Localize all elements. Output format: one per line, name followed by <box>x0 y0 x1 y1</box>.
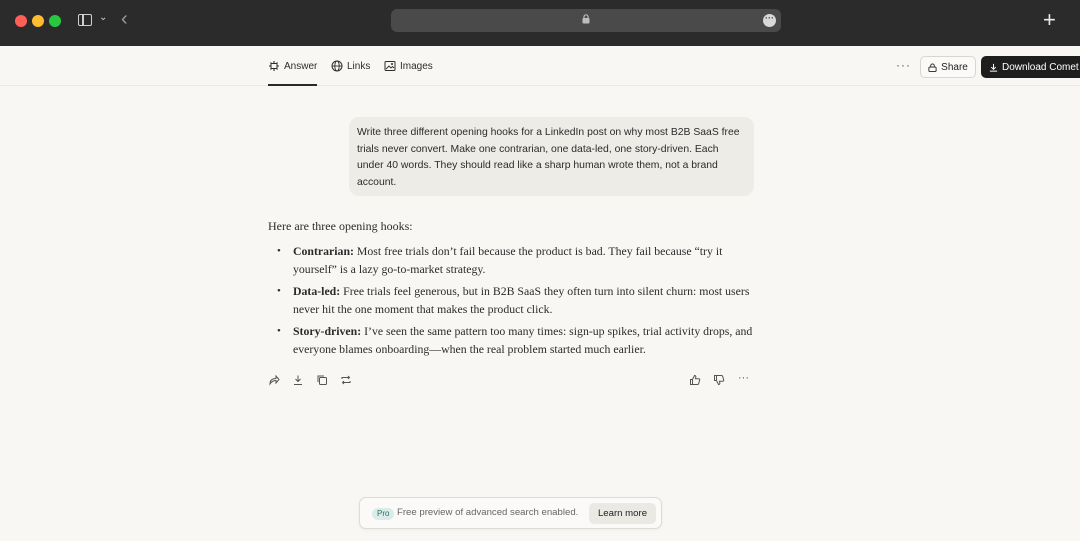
close-window-button[interactable] <box>15 15 27 27</box>
tab-links-label: Links <box>347 60 371 72</box>
download-comet-button[interactable]: Download Comet <box>981 56 1080 78</box>
lock-icon <box>928 62 937 72</box>
minimize-window-button[interactable] <box>32 15 44 27</box>
tab-links[interactable]: Links <box>331 46 370 86</box>
tab-answer-label: Answer <box>284 60 318 72</box>
list-item: • Contrarian: Most free trials don’t fai… <box>268 242 758 278</box>
thumbs-up-icon[interactable] <box>689 373 701 385</box>
thumbs-down-icon[interactable] <box>713 373 725 386</box>
sidebar-icon[interactable] <box>78 14 92 26</box>
more-icon[interactable]: ··· <box>738 373 750 385</box>
share-button[interactable]: Share <box>920 56 976 78</box>
hook-text: Most free trials don’t fail because the … <box>293 244 723 276</box>
pro-badge: Pro <box>372 508 395 520</box>
banner-text: Free preview of advanced search enabled. <box>397 507 579 518</box>
pro-preview-banner: Pro Free preview of advanced search enab… <box>359 497 662 529</box>
share-button-label: Share <box>941 61 968 73</box>
hook-label: Contrarian: <box>293 244 354 258</box>
answer-toolbar: Answer Links Images ··· Share Download C… <box>0 46 1080 86</box>
chevron-down-icon[interactable]: ⌄ <box>99 12 107 23</box>
answer-intro: Here are three opening hooks: <box>268 219 413 233</box>
copy-icon[interactable] <box>316 373 328 385</box>
download-comet-label: Download Comet <box>1002 61 1079 73</box>
list-item: • Story-driven: I’ve seen the same patte… <box>268 322 758 358</box>
address-bar[interactable]: ··· <box>391 9 781 32</box>
user-query-text: Write three different opening hooks for … <box>357 127 740 188</box>
rewrite-icon[interactable] <box>340 373 352 385</box>
bullet: • <box>277 325 281 337</box>
plus-icon[interactable]: + <box>1043 8 1056 32</box>
browser-titlebar: ⌄ ‹ ··· + <box>0 0 1080 46</box>
download-icon[interactable] <box>292 373 304 385</box>
tab-images-label: Images <box>400 60 433 72</box>
active-tab-indicator <box>268 84 317 86</box>
answer-body: Here are three opening hooks: • Contrari… <box>268 218 758 362</box>
tab-images[interactable]: Images <box>384 46 433 86</box>
answer-icon <box>269 61 279 71</box>
list-item: • Data-led: Free trials feel generous, b… <box>268 282 758 318</box>
back-arrow-icon[interactable]: ‹ <box>121 9 128 29</box>
globe-icon <box>331 60 343 72</box>
more-icon[interactable]: ··· <box>763 14 776 27</box>
tab-answer[interactable]: Answer <box>268 46 317 86</box>
zoom-window-button[interactable] <box>49 15 61 27</box>
hook-label: Story-driven: <box>293 324 362 338</box>
user-query-bubble: Write three different opening hooks for … <box>349 117 754 196</box>
lock-icon <box>582 14 590 24</box>
bullet: • <box>277 245 281 257</box>
share-icon[interactable] <box>268 373 280 386</box>
learn-more-button[interactable]: Learn more <box>589 503 656 524</box>
hook-label: Data-led: <box>293 284 341 298</box>
hook-text: Free trials feel generous, but in B2B Sa… <box>293 284 750 316</box>
download-icon <box>989 63 998 72</box>
image-icon <box>384 61 396 71</box>
more-options-button[interactable]: ··· <box>896 58 911 72</box>
hook-text: I’ve seen the same pattern too many time… <box>293 324 753 356</box>
bullet: • <box>277 285 281 297</box>
